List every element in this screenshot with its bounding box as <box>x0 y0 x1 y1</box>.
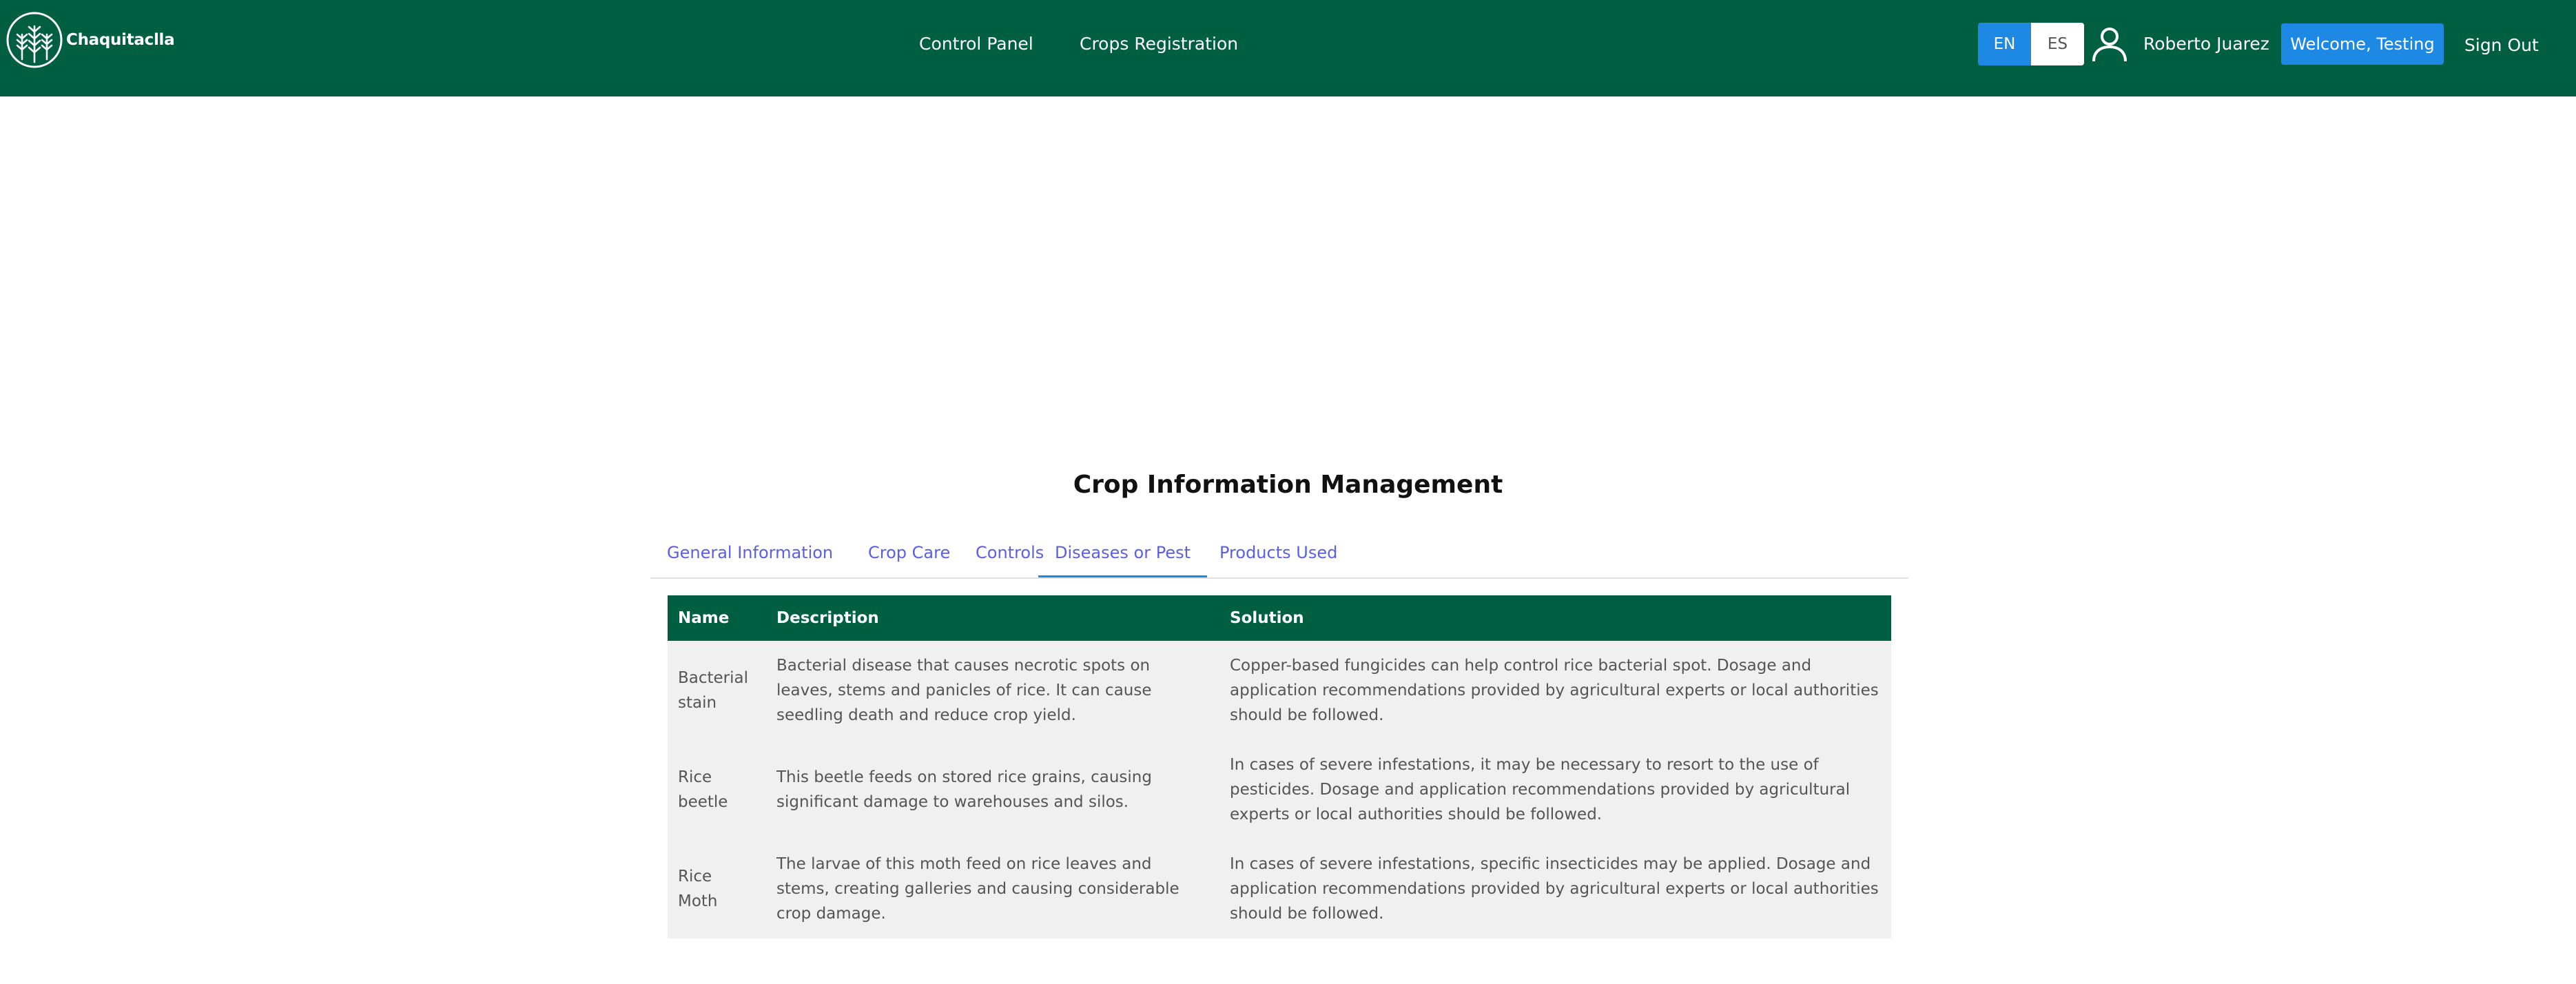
column-header-description: Description <box>766 595 1219 641</box>
page-title: Crop Information Management <box>1073 471 1503 499</box>
table-row: Rice Moth The larvae of this moth feed o… <box>668 839 1891 939</box>
cell-name: Rice Moth <box>668 839 766 939</box>
welcome-button[interactable]: Welcome, Testing <box>2281 23 2444 65</box>
user-icon[interactable] <box>2090 25 2129 63</box>
tab-diseases-or-pest[interactable]: Diseases or Pest <box>1038 531 1208 577</box>
cell-name: Rice beetle <box>668 740 766 839</box>
table-header-row: Name Description Solution <box>668 595 1891 641</box>
language-toggle: EN ES <box>1978 23 2084 65</box>
lang-es-button[interactable]: ES <box>2031 23 2084 65</box>
nav-link-crops-registration[interactable]: Crops Registration <box>1080 30 1238 58</box>
cell-name: Bacterial stain <box>668 641 766 740</box>
nav-link-control-panel[interactable]: Control Panel <box>919 30 1033 58</box>
tab-crop-care[interactable]: Crop Care <box>852 531 967 577</box>
cell-description: Bacterial disease that causes necrotic s… <box>766 641 1219 740</box>
user-name: Roberto Juarez <box>2143 34 2269 54</box>
table-row: Bacterial stain Bacterial disease that c… <box>668 641 1891 740</box>
cell-solution: Copper-based fungicides can help control… <box>1219 641 1891 740</box>
cell-solution: In cases of severe infestations, specifi… <box>1219 839 1891 939</box>
top-navbar: Chaquitaclla Control Panel Crops Registr… <box>0 0 2576 96</box>
brand-name: Chaquitaclla <box>66 31 175 49</box>
cell-description: This beetle feeds on stored rice grains,… <box>766 740 1219 839</box>
cell-description: The larvae of this moth feed on rice lea… <box>766 839 1219 939</box>
diseases-table: Name Description Solution Bacterial stai… <box>668 595 1891 939</box>
cell-solution: In cases of severe infestations, it may … <box>1219 740 1891 839</box>
lang-en-button[interactable]: EN <box>1978 23 2031 65</box>
brand[interactable]: Chaquitaclla <box>6 10 175 70</box>
table-row: Rice beetle This beetle feeds on stored … <box>668 740 1891 839</box>
tab-products-used[interactable]: Products Used <box>1203 531 1354 577</box>
column-header-solution: Solution <box>1219 595 1891 641</box>
wheat-logo-icon <box>6 12 63 68</box>
tab-general-information[interactable]: General Information <box>650 531 849 577</box>
column-header-name: Name <box>668 595 766 641</box>
sign-out-link[interactable]: Sign Out <box>2464 32 2539 59</box>
tab-bar: General Information Crop Care Controls D… <box>650 531 1908 579</box>
